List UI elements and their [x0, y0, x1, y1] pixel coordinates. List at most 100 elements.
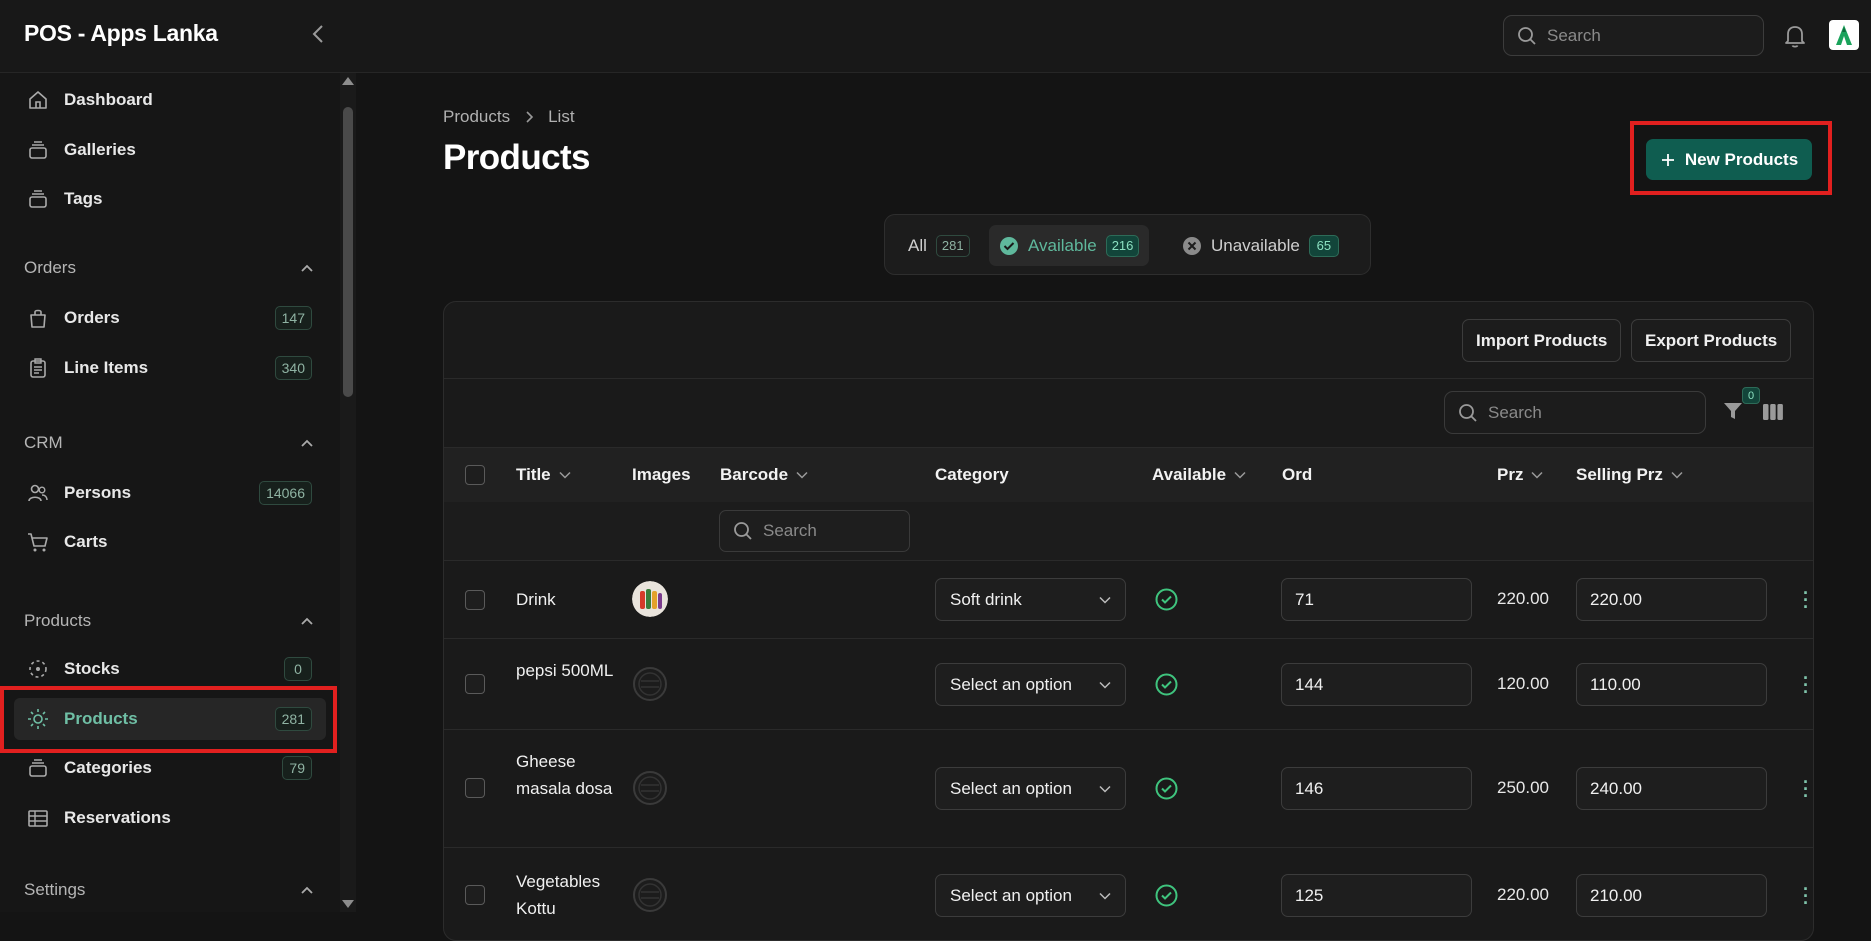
available-check-icon[interactable]: [1155, 588, 1178, 611]
column-header-title[interactable]: Title: [516, 465, 571, 485]
sidebar-item-dashboard[interactable]: Dashboard: [14, 79, 326, 121]
table-row: pepsi 500ML Select an option 144 120.00 …: [444, 639, 1813, 730]
row-actions-menu-icon[interactable]: · · ·: [1802, 669, 1810, 701]
columns-icon[interactable]: [1762, 402, 1784, 422]
row-actions-menu-icon[interactable]: · · ·: [1802, 773, 1810, 805]
sidebar-item-reservations[interactable]: Reservations: [14, 797, 326, 839]
chevron-down-icon: [1531, 471, 1543, 479]
select-all-checkbox[interactable]: [465, 465, 485, 485]
sidebar: Dashboard Galleries Tags Orders Orders 1…: [0, 73, 340, 912]
product-title: pepsi 500ML: [516, 661, 614, 680]
status-tabs: All 281 Available 216 Unavailable 65: [884, 214, 1371, 275]
sidebar-item-label: Categories: [64, 758, 152, 777]
sidebar-item-stocks[interactable]: Stocks 0: [14, 648, 326, 690]
prz-value: 120.00: [1497, 674, 1549, 693]
tab-count-badge: 65: [1308, 234, 1339, 257]
available-check-icon[interactable]: [1155, 884, 1178, 907]
chevron-up-icon: [301, 886, 313, 894]
sidebar-item-products[interactable]: Products 281: [14, 698, 326, 740]
product-image[interactable]: [632, 581, 668, 617]
group-orders[interactable]: Orders: [24, 256, 314, 280]
group-label: Orders: [24, 258, 76, 277]
users-icon: [26, 481, 50, 505]
collapse-sidebar-button[interactable]: [306, 23, 330, 49]
row-checkbox[interactable]: [465, 590, 485, 610]
tab-available[interactable]: Available 216: [989, 225, 1150, 266]
column-header-available[interactable]: Available: [1152, 465, 1246, 485]
global-search-input[interactable]: Search: [1503, 15, 1764, 56]
stack-icon: [26, 138, 50, 162]
sidebar-item-label: Orders: [64, 308, 120, 327]
sidebar-item-carts[interactable]: Carts: [14, 521, 326, 563]
product-image-placeholder[interactable]: [632, 666, 668, 702]
new-products-button[interactable]: New Products: [1646, 139, 1812, 180]
selling-prz-input[interactable]: 110.00: [1576, 663, 1767, 706]
ord-input[interactable]: 144: [1281, 663, 1472, 706]
tab-unavailable[interactable]: Unavailable 65: [1172, 225, 1349, 266]
search-placeholder: Search: [763, 521, 817, 540]
chevron-up-icon: [301, 617, 313, 625]
sidebar-scrollbar[interactable]: [340, 73, 356, 912]
filter-icon[interactable]: [1722, 400, 1746, 424]
ord-input[interactable]: 125: [1281, 874, 1472, 917]
category-select[interactable]: Select an option: [935, 663, 1126, 706]
chevron-left-icon: [312, 25, 323, 43]
product-image-placeholder[interactable]: [632, 877, 668, 913]
available-check-icon[interactable]: [1155, 673, 1178, 696]
export-products-button[interactable]: Export Products: [1631, 319, 1792, 362]
sun-icon: [26, 707, 50, 731]
row-checkbox[interactable]: [465, 885, 485, 905]
table-search-input[interactable]: Search: [1444, 391, 1706, 434]
sidebar-item-label: Products: [64, 709, 138, 728]
scrollbar-thumb[interactable]: [343, 107, 353, 397]
column-header-images: Images: [632, 465, 691, 484]
breadcrumb-products[interactable]: Products: [443, 107, 510, 127]
sidebar-item-label: Galleries: [64, 140, 136, 159]
tab-all[interactable]: All 281: [898, 225, 980, 266]
product-image-placeholder[interactable]: [632, 770, 668, 806]
ord-input[interactable]: 71: [1281, 578, 1472, 621]
group-label: Products: [24, 611, 92, 630]
clipboard-icon: [26, 356, 50, 380]
column-header-barcode[interactable]: Barcode: [720, 465, 808, 485]
stack-icon: [26, 187, 50, 211]
barcode-search-input[interactable]: Search: [719, 510, 910, 552]
user-avatar[interactable]: [1829, 20, 1859, 50]
row-checkbox[interactable]: [465, 674, 485, 694]
category-select[interactable]: Select an option: [935, 767, 1126, 810]
brand-logo-icon: [1836, 25, 1852, 45]
column-header-prz[interactable]: Prz: [1497, 465, 1543, 485]
group-products[interactable]: Products: [24, 609, 314, 633]
category-select[interactable]: Soft drink: [935, 578, 1126, 621]
column-header-category: Category: [935, 465, 1009, 484]
category-select[interactable]: Select an option: [935, 874, 1126, 917]
scroll-up-arrow[interactable]: [342, 77, 354, 85]
ord-input[interactable]: 146: [1281, 767, 1472, 810]
row-checkbox[interactable]: [465, 778, 485, 798]
sidebar-item-line-items[interactable]: Line Items 340: [14, 347, 326, 389]
stack-icon: [26, 756, 50, 780]
scroll-down-arrow[interactable]: [342, 900, 354, 908]
sidebar-item-persons[interactable]: Persons 14066: [14, 472, 326, 514]
selling-prz-input[interactable]: 210.00: [1576, 874, 1767, 917]
sidebar-item-tags[interactable]: Tags: [14, 178, 326, 220]
sidebar-item-categories[interactable]: Categories 79: [14, 747, 326, 789]
group-settings[interactable]: Settings: [24, 878, 314, 902]
column-header-selling-prz[interactable]: Selling Prz: [1576, 465, 1683, 485]
row-actions-menu-icon[interactable]: · · ·: [1802, 880, 1810, 912]
chevron-up-icon: [301, 439, 313, 447]
selling-prz-input[interactable]: 220.00: [1576, 578, 1767, 621]
selling-prz-input[interactable]: 240.00: [1576, 767, 1767, 810]
row-actions-menu-icon[interactable]: · · ·: [1802, 584, 1810, 616]
import-products-button[interactable]: Import Products: [1462, 319, 1622, 362]
sidebar-item-galleries[interactable]: Galleries: [14, 129, 326, 171]
sidebar-item-label: Reservations: [64, 808, 171, 827]
notifications-bell-icon[interactable]: [1782, 22, 1808, 50]
sidebar-item-orders[interactable]: Orders 147: [14, 297, 326, 339]
count-badge: 147: [274, 306, 312, 330]
sidebar-item-label: Carts: [64, 532, 108, 551]
app-title: POS - Apps Lanka: [24, 20, 218, 46]
group-crm[interactable]: CRM: [24, 431, 314, 455]
count-badge: 79: [282, 756, 312, 780]
available-check-icon[interactable]: [1155, 777, 1178, 800]
